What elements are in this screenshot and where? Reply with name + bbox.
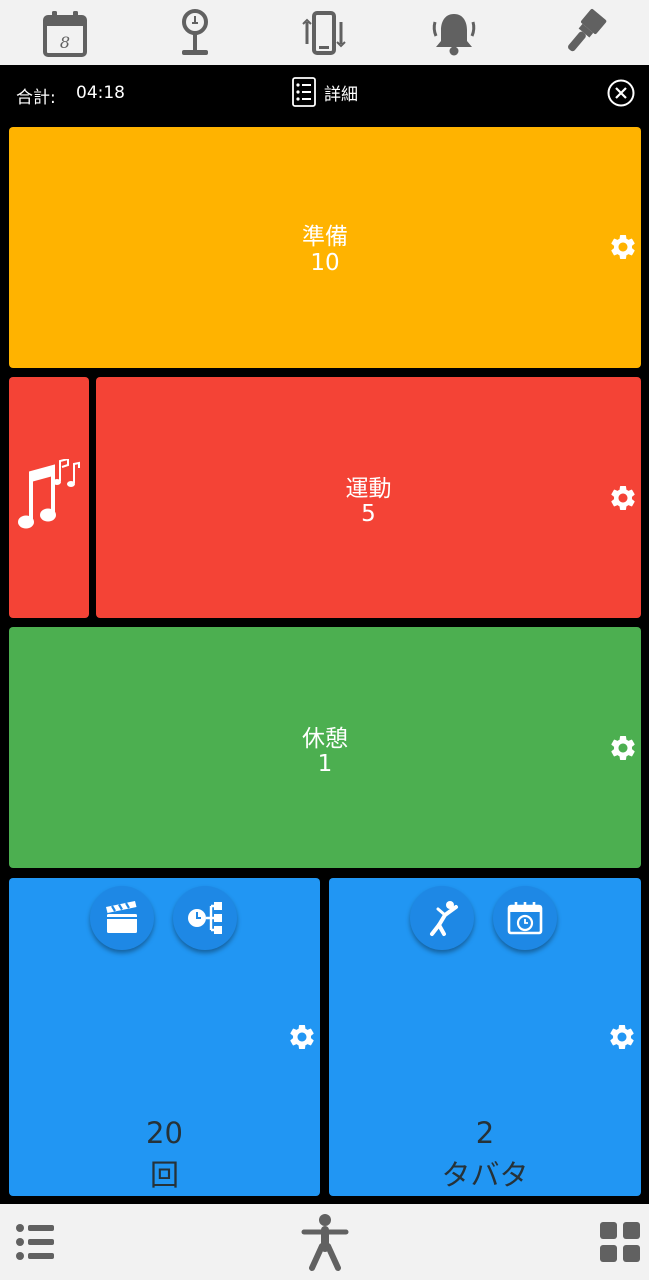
- phone-rotate-icon[interactable]: [297, 6, 351, 60]
- stretch-figure-icon: [430, 901, 458, 936]
- paintbrush-icon[interactable]: [557, 6, 611, 60]
- sequence-tree-button[interactable]: [173, 886, 237, 950]
- exercise-panel[interactable]: 運動 5: [96, 377, 641, 618]
- bell-icon[interactable]: [427, 6, 481, 60]
- gear-icon[interactable]: [607, 1022, 637, 1052]
- prep-value: 10: [310, 250, 340, 276]
- calendar-clock-button[interactable]: [493, 886, 557, 950]
- close-icon[interactable]: [606, 78, 636, 108]
- gear-icon[interactable]: [608, 483, 638, 513]
- rounds-unit: 回: [149, 1158, 179, 1192]
- bottom-bar: [0, 1204, 649, 1280]
- list-icon[interactable]: [12, 1218, 60, 1266]
- exercise-value: 5: [361, 501, 376, 527]
- grid-icon[interactable]: [596, 1218, 644, 1266]
- tabata-unit: タバタ: [441, 1158, 529, 1192]
- gear-icon[interactable]: [608, 232, 638, 262]
- calendar-icon[interactable]: 8: [38, 6, 92, 60]
- exercise-label: 運動: [345, 476, 392, 502]
- detail-button[interactable]: 詳細: [292, 77, 358, 107]
- rounds-value: 20: [146, 1116, 183, 1150]
- clapperboard-icon: [106, 901, 137, 933]
- prep-panel[interactable]: 準備 10: [9, 127, 641, 368]
- music-tab[interactable]: [9, 377, 89, 618]
- tabata-value: 2: [475, 1116, 495, 1150]
- rest-value: 1: [317, 751, 333, 777]
- total-time-value: 04:18: [76, 83, 125, 103]
- scale-icon[interactable]: [168, 6, 222, 60]
- top-toolbar: 8: [0, 0, 649, 65]
- detail-label: 詳細: [324, 84, 358, 105]
- clock-tree-icon: [188, 902, 222, 934]
- calendar-clock-icon: [507, 902, 543, 935]
- clapperboard-button[interactable]: [90, 886, 154, 950]
- tabata-panel[interactable]: 2 タバタ: [329, 878, 641, 1196]
- rest-panel[interactable]: 休憩 1: [9, 627, 641, 868]
- rest-label: 休憩: [302, 726, 348, 752]
- gear-icon[interactable]: [608, 733, 638, 763]
- total-time-label: 合計:: [16, 88, 56, 108]
- header-bar: 合計: 04:18 詳細: [0, 65, 649, 123]
- stretch-button[interactable]: [410, 886, 474, 950]
- exercise-figure-icon[interactable]: [300, 1212, 350, 1272]
- calendar-day: 8: [60, 33, 70, 52]
- music-notes-icon: [18, 459, 80, 529]
- gear-icon[interactable]: [287, 1022, 317, 1052]
- prep-label: 準備: [302, 224, 348, 250]
- rounds-panel[interactable]: 20 回: [9, 878, 320, 1196]
- detail-list-icon: [292, 77, 316, 107]
